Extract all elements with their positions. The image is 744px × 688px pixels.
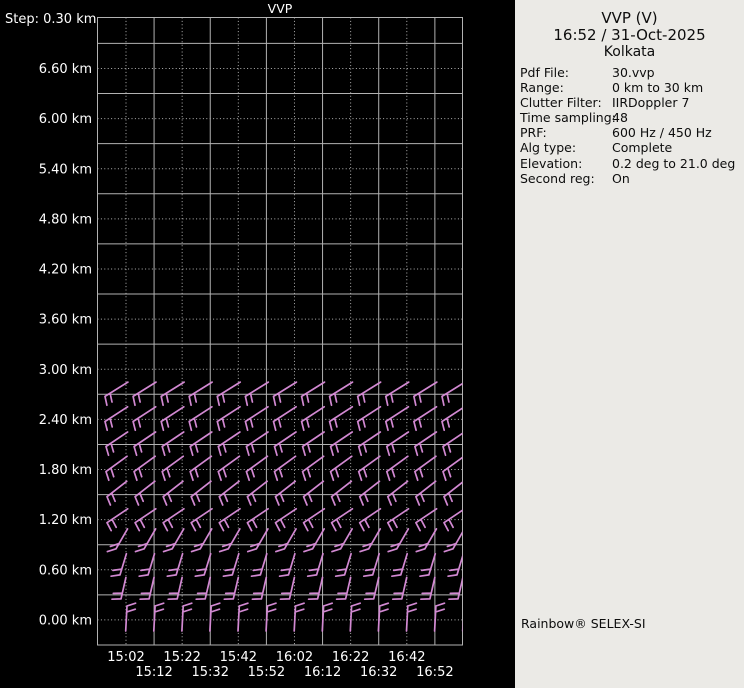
param-value: IIRDoppler 7	[612, 95, 690, 111]
param-value: 30.vvp	[612, 65, 655, 80]
y-axis-label: 3.60 km	[39, 313, 92, 328]
param-row: Alg type: Complete	[520, 140, 744, 155]
y-axis-label: 5.40 km	[39, 162, 92, 177]
param-value: 0.2 deg to 21.0 deg	[612, 155, 736, 171]
y-axis-label: 6.60 km	[39, 62, 92, 77]
param-label: Pdf File:	[520, 65, 569, 80]
param-value: 600 Hz / 450 Hz	[612, 125, 712, 141]
y-axis-label: 1.80 km	[39, 463, 92, 478]
param-label: Second reg:	[520, 170, 595, 186]
x-axis-label: 15:42	[220, 650, 257, 665]
param-row: Pdf File: 30.vvp	[520, 65, 744, 80]
x-axis-label: 16:02	[276, 650, 313, 665]
info-panel: VVP (V) 16:52 / 31-Oct-2025 Kolkata Pdf …	[515, 0, 744, 688]
param-value: On	[612, 170, 630, 186]
x-axis-label: 16:12	[304, 665, 341, 680]
x-axis-label: 16:42	[388, 650, 425, 665]
x-axis-label: 15:32	[192, 665, 229, 680]
param-row: Clutter Filter: IIRDoppler 7	[520, 95, 744, 110]
param-value: 48	[612, 110, 628, 126]
param-label: Elevation:	[520, 155, 583, 171]
param-label: PRF:	[520, 125, 547, 141]
vvp-radar-window: VVP Step: 0.30 km 6.60 km 6.00 km 5.40 km 4.8…	[0, 0, 744, 688]
y-axis-label: 4.80 km	[39, 212, 92, 227]
param-label: Clutter Filter:	[520, 95, 602, 111]
x-axis-label: 15:52	[248, 665, 285, 680]
param-value: 0 km to 30 km	[612, 80, 704, 96]
param-row: Elevation: 0.2 deg to 21.0 deg	[520, 156, 744, 171]
y-axis-label: 6.00 km	[39, 112, 92, 127]
panel-datetime: 16:52 / 31-Oct-2025	[553, 26, 706, 44]
x-axis-label: 16:52	[416, 665, 453, 680]
param-row: Time sampling: 48	[520, 110, 744, 125]
param-label: Time sampling:	[520, 110, 616, 126]
brand-label: Rainbow® SELEX-SI	[521, 616, 646, 631]
x-axis-label: 15:12	[135, 665, 172, 680]
y-axis-label: 0.00 km	[39, 613, 92, 628]
y-axis-label: 2.40 km	[39, 413, 92, 428]
param-label: Alg type:	[520, 140, 577, 156]
param-value: Complete	[612, 140, 673, 156]
y-axis-label: 3.00 km	[39, 363, 92, 378]
y-axis-label: 4.20 km	[39, 263, 92, 278]
parameter-list: Pdf File: 30.vvp Range: 0 km to 30 km Clutte…	[515, 65, 744, 186]
x-axis-label: 16:32	[360, 665, 397, 680]
y-axis-label: 1.20 km	[39, 513, 92, 528]
panel-title: VVP (V)	[601, 9, 658, 27]
param-label: Range:	[520, 80, 564, 96]
step-size-label: Step: 0.30 km	[5, 12, 96, 27]
param-row: Second reg: On	[520, 171, 744, 186]
chart-title: VVP	[268, 1, 293, 16]
y-axis-label: 0.60 km	[39, 563, 92, 578]
param-row: PRF: 600 Hz / 450 Hz	[520, 125, 744, 140]
x-axis-label: 15:02	[107, 650, 144, 665]
x-axis-label: 16:22	[332, 650, 369, 665]
param-row: Range: 0 km to 30 km	[520, 80, 744, 95]
panel-site: Kolkata	[603, 44, 656, 60]
x-axis-label: 15:22	[163, 650, 200, 665]
